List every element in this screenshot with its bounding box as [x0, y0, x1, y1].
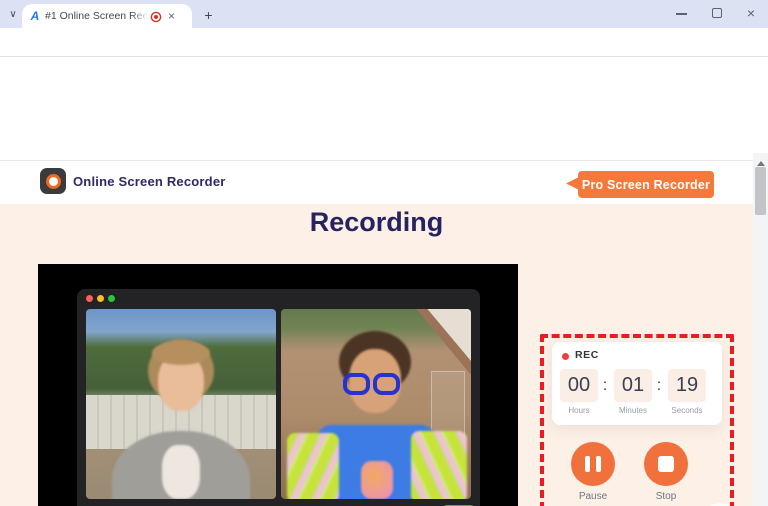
participant-video-right: [281, 309, 471, 499]
participant1-shirt: [162, 445, 200, 499]
new-tab-button[interactable]: +: [200, 6, 217, 23]
video-call-window: ×: [77, 289, 480, 506]
window-maximize-button[interactable]: [712, 8, 722, 18]
browser-tab[interactable]: A #1 Online Screen Recorde ×: [22, 4, 192, 28]
scrollbar-up-icon[interactable]: [757, 157, 765, 166]
browser-window: ∨ A #1 Online Screen Recorde × + × ← → ↻…: [0, 0, 768, 506]
participant2-tshirt: [361, 461, 393, 499]
traffic-light-close-icon: [86, 295, 93, 302]
header-divider: [0, 160, 753, 161]
amoyshare-favicon-icon: A: [28, 9, 42, 23]
participant1-bangs: [152, 341, 210, 365]
tab-recording-indicator-icon: [150, 10, 162, 22]
tab-close-icon[interactable]: ×: [168, 10, 175, 22]
tab-title: #1 Online Screen Recorde: [45, 10, 148, 22]
tab-strip: ∨ A #1 Online Screen Recorde × + ×: [0, 0, 768, 28]
pro-screen-recorder-button[interactable]: Pro Screen Recorder: [578, 171, 714, 198]
traffic-light-zoom-icon: [108, 295, 115, 302]
browser-toolbar: ← → ↻ amoyshare.com/screen-recorder-free…: [0, 28, 768, 57]
page-title: Recording: [0, 207, 753, 238]
scrollbar-thumb[interactable]: [755, 167, 766, 215]
tab-search-chevron-icon[interactable]: ∨: [5, 5, 21, 23]
brand-logo-icon[interactable]: [40, 168, 66, 194]
traffic-light-minimize-icon: [97, 295, 104, 302]
window-minimize-button[interactable]: [676, 13, 687, 15]
video-preview: ×: [38, 264, 518, 506]
hero-section: Recording: [0, 204, 753, 506]
web-page: Online Screen Recorder Pro Screen Record…: [0, 57, 768, 506]
window-close-button[interactable]: ×: [743, 4, 759, 22]
annotation-highlight-box: [540, 334, 734, 506]
participant2-cardigan-right: [411, 431, 467, 499]
brand-name: Online Screen Recorder: [73, 174, 226, 189]
participant-video-left: [86, 309, 276, 499]
participant2-glasses: [343, 373, 400, 395]
participant2-cardigan-left: [287, 433, 339, 499]
